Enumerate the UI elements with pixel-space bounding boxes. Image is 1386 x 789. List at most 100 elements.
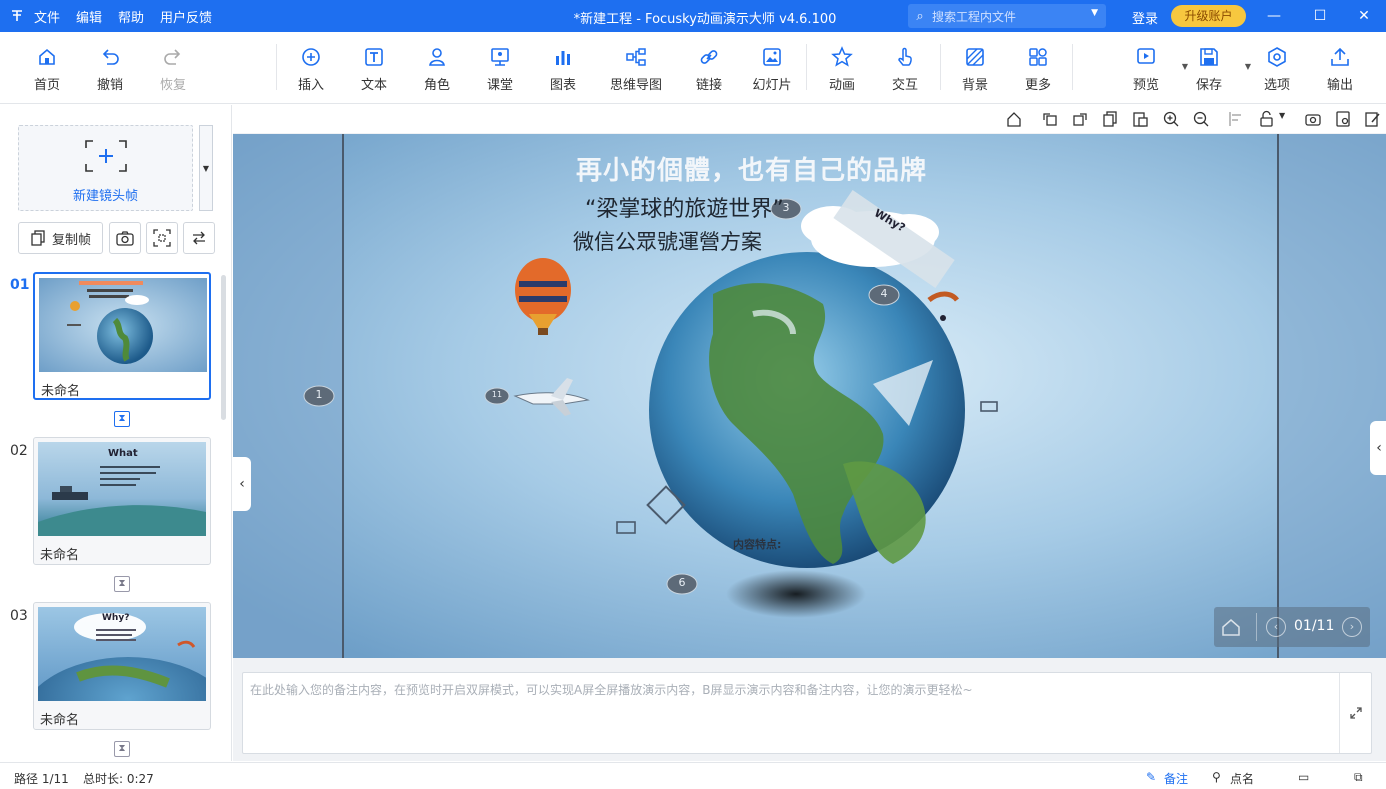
slide-thumbnail-1[interactable]: 未命名: [33, 272, 211, 400]
window-mode-icon[interactable]: ⧉: [1354, 770, 1363, 785]
chevron-down-icon[interactable]: ▼: [1091, 8, 1098, 18]
nav-next-icon[interactable]: ›: [1342, 617, 1362, 637]
menu-help[interactable]: 帮助: [118, 7, 144, 26]
align-icon[interactable]: [1227, 110, 1245, 128]
minimize-icon[interactable]: —: [1264, 6, 1284, 26]
login-button[interactable]: 登录: [1132, 8, 1158, 27]
grid-icon: [1029, 48, 1047, 66]
floppy-icon: [1200, 48, 1218, 66]
slide-panel-scrollbar[interactable]: [221, 275, 226, 420]
chart-label: 图表: [549, 78, 576, 93]
path-marker-1[interactable]: 1: [311, 388, 327, 401]
collapse-right-panel-button[interactable]: ‹: [1370, 421, 1386, 475]
preview-button[interactable]: 预览 ▼: [1120, 46, 1188, 93]
save-button[interactable]: 保存 ▼: [1183, 46, 1251, 93]
page-indicator: 01/11: [1294, 618, 1335, 634]
slide-name: 未命名: [40, 548, 80, 563]
settings-doc-icon[interactable]: [1334, 110, 1352, 128]
path-marker-11[interactable]: 11: [489, 390, 505, 399]
mindmap-button[interactable]: 思维导图: [600, 46, 672, 93]
swap-frame-button[interactable]: [183, 222, 215, 254]
screen-icon[interactable]: ▭: [1298, 770, 1309, 784]
transition-icon[interactable]: ⧗: [114, 576, 130, 592]
transition-icon[interactable]: ⧗: [114, 411, 130, 427]
expand-notes-button[interactable]: [1339, 673, 1371, 753]
edit-icon[interactable]: [1364, 110, 1382, 128]
upgrade-button[interactable]: 升级账户: [1171, 5, 1246, 27]
notes-input[interactable]: 在此处输入您的备注内容，在预览时开启双屏模式，可以实现A屏全屏播放演示内容，B屏…: [242, 672, 1372, 754]
role-button[interactable]: 角色: [411, 46, 463, 93]
lock-icon[interactable]: [1258, 110, 1276, 128]
background-label: 背景: [961, 78, 988, 93]
more-button[interactable]: 更多: [1012, 46, 1064, 93]
options-button[interactable]: 选项: [1251, 46, 1303, 93]
export-button[interactable]: 输出: [1314, 46, 1366, 93]
copy-icon[interactable]: [1101, 110, 1119, 128]
home-button[interactable]: 首页: [21, 46, 73, 93]
background-button[interactable]: 背景: [949, 46, 1001, 93]
more-label: 更多: [1024, 78, 1051, 93]
zoom-in-icon[interactable]: [1162, 110, 1180, 128]
link-button[interactable]: 链接: [683, 46, 735, 93]
zoom-out-icon[interactable]: [1192, 110, 1210, 128]
slideshow-button[interactable]: 幻灯片: [746, 46, 798, 93]
content-label[interactable]: 内容特点:: [733, 536, 781, 552]
insert-button[interactable]: 插入: [285, 46, 337, 93]
interact-button[interactable]: 交互: [879, 46, 931, 93]
nav-divider: [1256, 613, 1257, 641]
hand-pointer-icon: [898, 47, 912, 66]
presentation-nav: ‹ 01/11 ›: [1214, 607, 1370, 647]
presentation-stage[interactable]: 再小的個體，也有自己的品牌 “梁掌球的旅遊世界” 微信公眾號運營方案 Why? …: [233, 134, 1386, 658]
path-status: 路径 1/11: [14, 772, 69, 786]
lock-dropdown-icon[interactable]: ▼: [1279, 111, 1285, 120]
stage-subtitle-1[interactable]: “梁掌球的旅遊世界”: [585, 191, 784, 223]
app-logo-icon: [0, 0, 34, 32]
menu-edit[interactable]: 编辑: [76, 7, 102, 26]
maximize-icon[interactable]: ☐: [1310, 6, 1330, 26]
play-icon: [1137, 48, 1155, 64]
slide-thumbnail-3[interactable]: Why? 未命名: [33, 602, 211, 730]
animation-label: 动画: [828, 78, 855, 93]
classroom-button[interactable]: 课堂: [474, 46, 526, 93]
screenshot-icon[interactable]: [1304, 110, 1322, 128]
close-icon[interactable]: ✕: [1354, 6, 1374, 26]
menu-file[interactable]: 文件: [34, 7, 60, 26]
home-view-icon[interactable]: [1005, 110, 1023, 128]
rollcall-button[interactable]: 点名: [1230, 770, 1254, 787]
undo-button[interactable]: 撤销: [84, 46, 136, 93]
path-marker-6[interactable]: 6: [674, 576, 690, 589]
menu-feedback[interactable]: 用户反馈: [160, 7, 212, 26]
slide-thumbnail-2[interactable]: What 未命名: [33, 437, 211, 565]
fit-frame-button[interactable]: [146, 222, 178, 254]
notes-toggle-icon[interactable]: ✎: [1146, 770, 1156, 784]
nav-home-icon[interactable]: [1220, 616, 1242, 638]
text-button[interactable]: 文本: [348, 46, 400, 93]
rollcall-icon[interactable]: ⚲: [1212, 770, 1221, 784]
chart-button[interactable]: 图表: [537, 46, 589, 93]
role-label: 角色: [423, 78, 450, 93]
transition-icon[interactable]: ⧗: [114, 741, 130, 757]
rotate-left-icon[interactable]: [1041, 110, 1059, 128]
redo-button[interactable]: 恢复: [147, 46, 199, 93]
slide-1-preview: [39, 278, 207, 372]
undo-icon: [102, 49, 119, 65]
copy-frame-button[interactable]: 复制帧: [18, 222, 103, 254]
rotate-right-icon[interactable]: [1071, 110, 1089, 128]
star-icon: [831, 46, 853, 67]
path-marker-3[interactable]: 3: [778, 201, 794, 214]
paste-icon[interactable]: [1131, 110, 1149, 128]
snapshot-button[interactable]: [109, 222, 141, 254]
search-input[interactable]: ⌕ 搜索工程内文件 ▼: [908, 4, 1106, 28]
search-placeholder: 搜索工程内文件: [932, 9, 1017, 24]
stage-headline[interactable]: 再小的個體，也有自己的品牌: [576, 150, 927, 187]
expand-icon: [1349, 707, 1362, 719]
animation-button[interactable]: 动画: [816, 46, 868, 93]
nav-prev-icon[interactable]: ‹: [1266, 617, 1286, 637]
collapse-left-panel-button[interactable]: ‹: [233, 457, 251, 511]
new-frame-button[interactable]: 新建镜头帧: [18, 125, 193, 211]
menu-bar: 文件 编辑 帮助 用户反馈: [34, 7, 228, 26]
stage-subtitle-2[interactable]: 微信公眾號運營方案: [573, 226, 762, 256]
new-frame-dropdown[interactable]: ▼: [199, 125, 213, 211]
path-marker-4[interactable]: 4: [876, 287, 892, 300]
notes-toggle-button[interactable]: 备注: [1164, 770, 1188, 787]
